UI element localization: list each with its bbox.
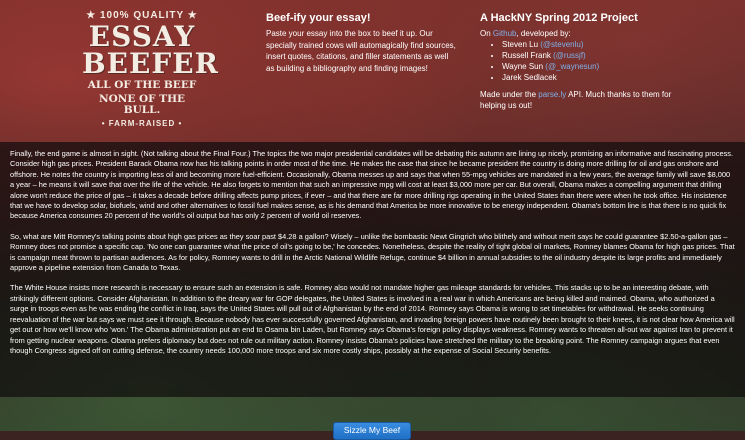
about-body: Paste your essay into the box to beef it…	[266, 29, 456, 73]
developer-name: Russell Frank	[502, 51, 551, 60]
developer-name: Jarek Sedlacek	[502, 73, 557, 82]
developer-handle-link[interactable]: (@russjf)	[553, 51, 586, 60]
logo-title-line2: BEEFER	[82, 47, 219, 80]
developer-handle-link[interactable]: (@stevenlu)	[540, 40, 583, 49]
on-text: On	[480, 29, 491, 38]
developer-item: Wayne Sun (@_waynesun)	[502, 61, 680, 72]
credits-section: A HackNY Spring 2012 Project On Github, …	[480, 12, 680, 111]
logo-title-line1: ESSAY	[88, 20, 196, 53]
made-under-text: Made under the parse.ly API. Much thanks…	[480, 89, 680, 111]
about-section: Beef-ify your essay! Paste your essay in…	[266, 12, 456, 74]
made-prefix: Made under the	[480, 90, 537, 99]
credits-heading: A HackNY Spring 2012 Project	[480, 12, 638, 24]
developer-list: Steven Lu (@stevenlu) Russell Frank (@ru…	[480, 39, 680, 83]
logo-tagline-line2: NONE OF THE BULL.	[99, 93, 185, 116]
developer-name: Steven Lu	[502, 40, 539, 49]
developer-name: Wayne Sun	[502, 62, 544, 71]
logo-tagline-line1: ALL OF THE BEEF	[87, 79, 197, 91]
developer-item: Jarek Sedlacek	[502, 72, 680, 83]
parsely-link[interactable]: parse.ly	[538, 90, 566, 99]
essay-paragraph: The White House insists more research is…	[10, 283, 735, 355]
developed-by-text: , developed by:	[516, 29, 571, 38]
github-link[interactable]: Github	[493, 29, 517, 38]
developer-handle-link[interactable]: (@_waynesun)	[545, 62, 599, 71]
essay-paragraph: Finally, the end game is almost in sight…	[10, 149, 734, 221]
essay-beefer-logo: ★ 100% QUALITY ★ ESSAY BEEFER ALL OF THE…	[82, 8, 219, 128]
sizzle-my-beef-button[interactable]: Sizzle My Beef	[333, 422, 411, 440]
about-heading: Beef-ify your essay!	[266, 12, 371, 24]
essay-paragraph: So, what are Mitt Romney's talking point…	[10, 231, 735, 273]
logo-farm-raised: • FARM-RAISED •	[101, 119, 183, 128]
developed-by-line: On Github, developed by:	[480, 28, 680, 39]
essay-textarea[interactable]: Finally, the end game is almost in sight…	[0, 142, 745, 397]
developer-item: Steven Lu (@stevenlu)	[502, 39, 680, 50]
developer-item: Russell Frank (@russjf)	[502, 50, 680, 61]
